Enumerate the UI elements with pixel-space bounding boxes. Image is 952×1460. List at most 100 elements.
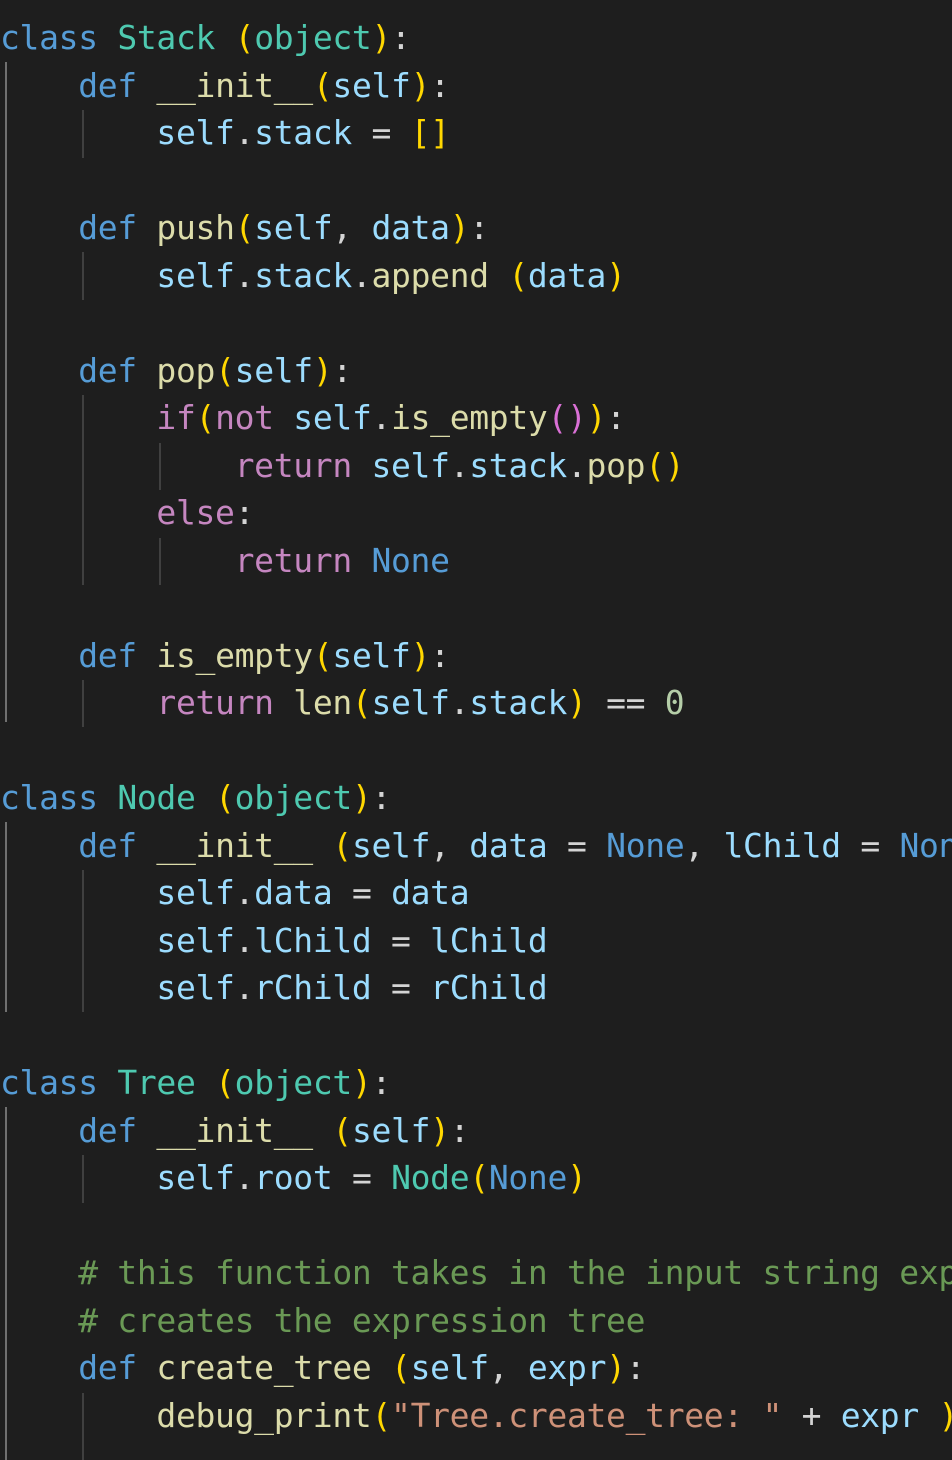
code-line[interactable]: return self.stack.pop() (0, 442, 685, 490)
code-token: : (449, 1110, 470, 1150)
code-token: self (332, 635, 411, 675)
code-line[interactable]: self.stack = [] (0, 109, 450, 157)
code-line[interactable]: return len(self.stack) == 0 (0, 679, 684, 727)
code-line[interactable]: def is_empty(self): (0, 632, 450, 680)
code-token: def (78, 1110, 137, 1150)
code-token: def (78, 350, 137, 390)
code-token: = (351, 1158, 372, 1197)
code-token: Node (391, 1158, 470, 1197)
code-token: stack (254, 255, 352, 295)
code-token: . (371, 398, 392, 437)
code-token: root (254, 1158, 333, 1197)
code-token: = (567, 825, 587, 865)
code-token: rChild (254, 968, 372, 1007)
code-token: : (469, 208, 489, 247)
code-lines-layer[interactable]: class Stack (object): def __init__(self)… (0, 0, 952, 1460)
code-token: ( (234, 208, 255, 247)
code-token: self (351, 825, 431, 865)
code-line[interactable]: return None (0, 537, 450, 585)
code-line[interactable]: self.lChild = lChild (0, 917, 547, 965)
code-token: data (469, 825, 548, 865)
code-line[interactable]: self.rChild = rChild (0, 964, 547, 1012)
code-token: ) (567, 398, 587, 437)
code-token: + (801, 1395, 822, 1435)
code-line[interactable]: class Stack (object): (0, 14, 411, 62)
code-token: ) (410, 635, 431, 675)
code-token: return (156, 683, 274, 722)
code-token: ( (391, 1348, 411, 1387)
code-token: data (527, 255, 607, 295)
code-token: ( (645, 445, 665, 485)
code-line[interactable]: # this function takes in the input strin… (0, 1249, 952, 1297)
code-line[interactable]: self.stack.append (data) (0, 252, 626, 300)
code-token: ( (195, 398, 216, 437)
code-token: lChild (254, 920, 372, 960)
code-token: : (332, 350, 352, 390)
code-token: lChild (723, 825, 842, 865)
code-line[interactable]: self.root = Node(None) (0, 1154, 586, 1202)
code-line[interactable]: class Node (object): (0, 774, 391, 822)
code-token: : (625, 1348, 646, 1387)
code-line[interactable]: def __init__ (self): (0, 1107, 469, 1155)
code-token: ( (234, 18, 255, 57)
code-token: self (371, 683, 450, 722)
code-token: self (371, 445, 450, 485)
code-line[interactable]: def create_tree (self, expr): (0, 1344, 645, 1392)
code-token: . (234, 255, 255, 295)
code-line[interactable]: def push(self, data): (0, 204, 489, 252)
code-token: stack (254, 113, 352, 152)
code-token: if (156, 398, 196, 437)
code-line[interactable]: if(not self.is_empty()): (0, 394, 626, 442)
code-line[interactable]: class Tree (object): (0, 1059, 391, 1107)
code-token: . (566, 445, 587, 485)
code-token: = (391, 968, 411, 1007)
code-token: __init__ (156, 825, 313, 865)
code-line[interactable]: else: (0, 489, 254, 537)
code-line[interactable]: def __init__ (self, data = None, lChild … (0, 822, 952, 870)
code-token: ) (449, 208, 470, 247)
code-line[interactable]: # creates the expression tree (0, 1297, 645, 1345)
code-line[interactable]: self.data = data (0, 869, 469, 917)
code-token: push (156, 208, 235, 247)
code-token: def (78, 208, 137, 247)
code-token: self (332, 65, 411, 105)
code-token: self (156, 968, 235, 1007)
code-token: : (371, 778, 392, 817)
code-line[interactable]: debug_print("Tree.create_tree: " + expr … (0, 1392, 952, 1440)
code-line[interactable]: def __init__(self): (0, 62, 450, 110)
code-token: ) (567, 683, 587, 722)
code-line[interactable]: def pop(self): (0, 347, 352, 395)
code-editor[interactable]: class Stack (object): def __init__(self)… (0, 0, 952, 1460)
code-token: object (234, 778, 353, 817)
code-token: __init__ (156, 1110, 313, 1150)
code-token: . (351, 255, 372, 295)
code-token: "Tree.create_tree: " (391, 1395, 783, 1435)
code-token: . (234, 968, 255, 1007)
code-token: self (293, 398, 372, 437)
code-token: create_tree (156, 1348, 372, 1387)
code-token: == (606, 683, 646, 722)
